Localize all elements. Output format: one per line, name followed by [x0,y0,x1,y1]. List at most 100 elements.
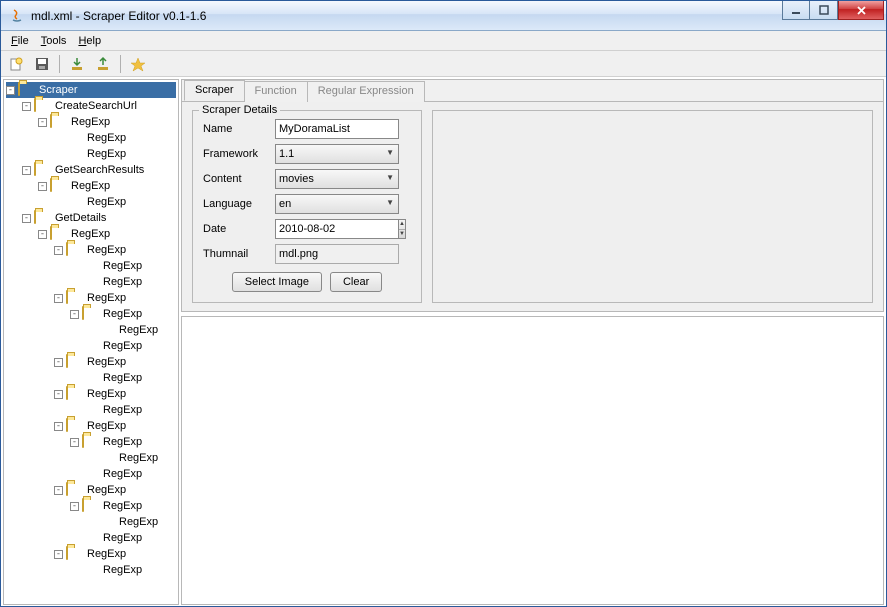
tree-item-regexp[interactable]: -RegExp [6,434,176,450]
tree-toggle-icon[interactable]: - [54,422,63,431]
tree-toggle-icon[interactable]: - [38,182,47,191]
tree-label: RegExp [85,484,128,496]
tree-toggle-icon[interactable]: - [22,102,31,111]
menubar: File Tools Help [1,31,886,51]
tree-toggle-icon[interactable]: - [54,390,63,399]
tree-item-regexp[interactable]: RegExp [6,130,176,146]
tree-toggle-icon[interactable]: - [54,486,63,495]
titlebar[interactable]: mdl.xml - Scraper Editor v0.1-1.6 [1,1,886,31]
tree-item-regexp[interactable]: - RegExp [6,482,176,498]
tree-toggle-icon[interactable]: - [70,502,79,511]
tree-toggle-icon [54,198,63,207]
tree-item-regexp[interactable]: -RegExp [6,498,176,514]
tree-item-scraper[interactable]: -Scraper [6,82,176,98]
tree-toggle-icon[interactable]: - [70,310,79,319]
tree-toggle-icon [70,406,79,415]
tab-scraper[interactable]: Scraper [184,80,245,101]
tree-toggle-icon[interactable]: - [38,118,47,127]
tree-item-getsearchresults[interactable]: -GetSearchResults [6,162,176,178]
menu-help[interactable]: Help [72,33,107,49]
tree-item-regexp[interactable]: RegExp [6,258,176,274]
tree-item-regexp[interactable]: RegExp [6,274,176,290]
content-select[interactable]: movies [275,169,399,189]
tree-toggle-icon [54,134,63,143]
tree-item-regexp[interactable]: -RegExp [6,242,176,258]
tab-regex[interactable]: Regular Expression [307,81,425,102]
tree-label: RegExp [117,516,160,528]
tree-item-regexp[interactable]: RegExp [6,370,176,386]
tree-toggle-icon [70,262,79,271]
name-field[interactable] [275,119,399,139]
select-image-button[interactable]: Select Image [232,272,322,292]
output-panel[interactable] [181,316,884,605]
tree-item-regexp[interactable]: -RegExp [6,306,176,322]
folder-icon [66,243,82,257]
toolbar-separator [59,55,60,73]
tree-item-regexp[interactable]: RegExp [6,338,176,354]
tree-item-regexp[interactable]: RegExp [6,322,176,338]
gear-icon [98,323,114,337]
tree-toggle-icon[interactable]: - [54,550,63,559]
tree-toggle-icon[interactable]: - [22,166,31,175]
folder-icon [34,99,50,113]
gear-icon [82,339,98,353]
tree-toggle-icon[interactable]: - [38,230,47,239]
folder-icon [66,483,82,497]
tree-item-regexp[interactable]: RegExp [6,514,176,530]
tree-toggle-icon[interactable]: - [54,358,63,367]
tree-item-regexp[interactable]: -RegExp [6,290,176,306]
tree-item-regexp[interactable]: -RegExp [6,114,176,130]
tree-item-getdetails[interactable]: -GetDetails [6,210,176,226]
save-button[interactable] [31,53,53,75]
tree-item-createsearchurl[interactable]: -CreateSearchUrl [6,98,176,114]
menu-tools[interactable]: Tools [35,33,73,49]
new-button[interactable] [5,53,27,75]
date-field[interactable] [275,219,399,239]
tree-item-regexp[interactable]: - RegExp [6,178,176,194]
tree-item-regexp[interactable]: RegExp [6,402,176,418]
import-button[interactable] [66,53,88,75]
tree-panel[interactable]: -Scraper-CreateSearchUrl-RegExpRegExpReg… [3,79,179,605]
maximize-button[interactable] [810,1,838,20]
folder-icon [34,163,50,177]
tree-item-regexp[interactable]: -RegExp [6,418,176,434]
tab-function[interactable]: Function [244,81,308,102]
folder-icon [50,115,66,129]
folder-icon [66,547,82,561]
tree-toggle-icon[interactable]: - [6,86,15,95]
tree-item-regexp[interactable]: RegExp [6,450,176,466]
tree-toggle-icon [86,454,95,463]
tree-item-regexp[interactable]: RegExp [6,530,176,546]
menu-file[interactable]: File [5,33,35,49]
date-spinner[interactable]: ▲▼ [399,219,406,239]
tree-toggle-icon[interactable]: - [54,294,63,303]
tree-toggle-icon[interactable]: - [70,438,79,447]
gear-icon [98,515,114,529]
tree-label: RegExp [101,404,144,416]
date-label: Date [203,223,275,235]
tree-item-regexp[interactable]: -RegExp [6,546,176,562]
minimize-button[interactable] [782,1,810,20]
framework-select[interactable]: 1.1 [275,144,399,164]
export-button[interactable] [92,53,114,75]
tree-item-regexp[interactable]: RegExp [6,562,176,578]
star-button[interactable] [127,53,149,75]
tree-item-regexp[interactable]: -RegExp [6,386,176,402]
tabs-panel: Scraper Function Regular Expression Scra… [181,79,884,312]
language-label: Language [203,198,275,210]
language-select[interactable]: en [275,194,399,214]
tree-item-regexp[interactable]: RegExp [6,194,176,210]
tree-item-regexp[interactable]: -RegExp [6,354,176,370]
tree-toggle-icon [54,150,63,159]
tree-item-regexp[interactable]: RegExp [6,146,176,162]
clear-button[interactable]: Clear [330,272,382,292]
close-button[interactable] [838,1,884,20]
tree-label: RegExp [69,180,112,192]
folder-icon [18,83,34,97]
tree-item-regexp[interactable]: -RegExp [6,226,176,242]
tree-label: RegExp [101,340,144,352]
tree-toggle-icon[interactable]: - [54,246,63,255]
tree-toggle-icon[interactable]: - [22,214,31,223]
tree-toggle-icon [70,470,79,479]
tree-item-regexp[interactable]: RegExp [6,466,176,482]
